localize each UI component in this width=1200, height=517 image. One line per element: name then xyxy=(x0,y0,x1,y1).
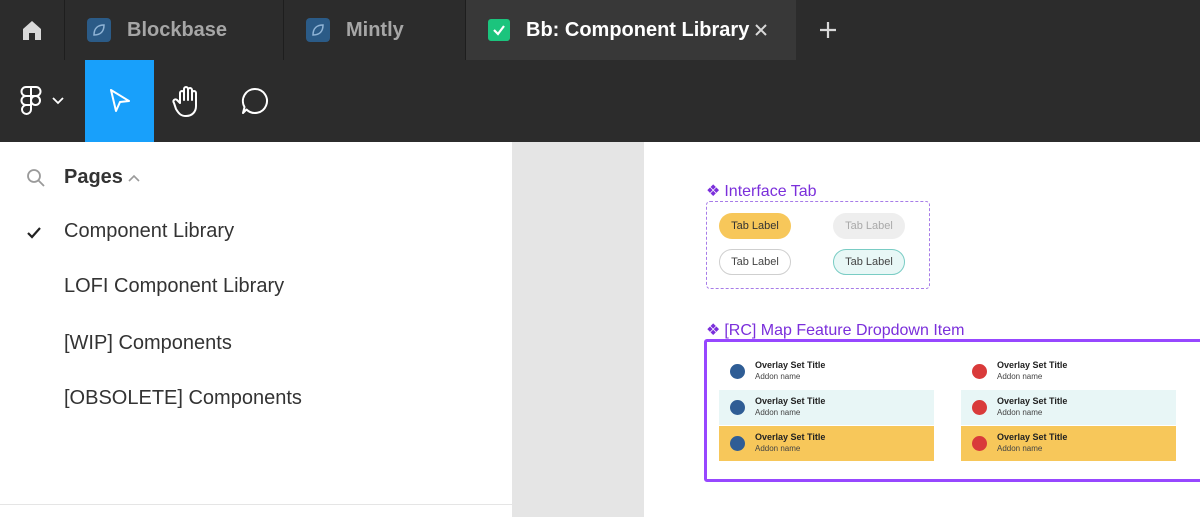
tab-label: Mintly xyxy=(346,18,404,41)
panel-divider xyxy=(0,504,512,505)
plus-icon xyxy=(820,22,836,38)
tab-label: Blockbase xyxy=(127,18,228,41)
pages-panel: Pages Component Library LOFI Component L… xyxy=(0,142,512,517)
tab-pill-active[interactable]: Tab Label xyxy=(719,213,791,239)
page-item-wip-components[interactable]: [WIP] Components xyxy=(0,324,512,364)
comment-tool-button[interactable] xyxy=(222,60,288,142)
component-title-interface-tab[interactable]: ❖ Interface Tab xyxy=(706,181,817,201)
dropdown-item-hover[interactable]: Overlay Set Title Addon name xyxy=(719,390,934,425)
item-title: Overlay Set Title xyxy=(755,396,826,406)
tab-pill-hover[interactable]: Tab Label xyxy=(833,249,905,275)
page-label: [OBSOLETE] Components xyxy=(64,387,302,409)
tab-component-library[interactable]: Bb: Component Library xyxy=(465,0,796,60)
hand-icon xyxy=(172,86,197,117)
page-item-component-library[interactable]: Component Library xyxy=(0,212,512,252)
item-subtitle: Addon name xyxy=(755,408,801,417)
hand-tool-button[interactable] xyxy=(154,60,220,142)
figma-logo-icon xyxy=(20,86,42,115)
component-icon: ❖ xyxy=(706,322,721,339)
map-pin-icon xyxy=(972,400,987,415)
item-title: Overlay Set Title xyxy=(755,432,826,442)
dropdown-item[interactable]: Overlay Set Title Addon name xyxy=(719,354,934,389)
check-icon xyxy=(488,19,510,41)
dropdown-item-selected[interactable]: Overlay Set Title Addon name xyxy=(719,426,934,461)
tab-mintly[interactable]: Mintly xyxy=(283,0,465,60)
component-icon: ❖ xyxy=(706,183,721,200)
editor-toolbar xyxy=(0,60,1200,142)
map-pin-icon xyxy=(972,364,987,379)
tab-label: Bb: Component Library xyxy=(526,18,750,41)
tab-blockbase[interactable]: Blockbase xyxy=(64,0,283,60)
home-tab[interactable] xyxy=(0,0,64,60)
item-subtitle: Addon name xyxy=(755,372,801,381)
item-title: Overlay Set Title xyxy=(755,360,826,370)
component-title-map-feature[interactable]: ❖ [RC] Map Feature Dropdown Item xyxy=(706,320,964,340)
new-tab-button[interactable] xyxy=(800,0,856,60)
search-icon[interactable] xyxy=(26,168,46,188)
item-title: Overlay Set Title xyxy=(997,360,1068,370)
map-pin-icon xyxy=(972,436,987,451)
pages-title: Pages xyxy=(64,166,123,188)
layer-icon xyxy=(730,400,745,415)
item-title: Overlay Set Title xyxy=(997,396,1068,406)
component-title-text: Interface Tab xyxy=(724,183,817,200)
page-item-lofi-component-library[interactable]: LOFI Component Library xyxy=(0,267,512,307)
chevron-down-icon xyxy=(52,97,64,105)
item-subtitle: Addon name xyxy=(997,372,1043,381)
move-cursor-icon xyxy=(109,89,130,112)
dropdown-item[interactable]: Overlay Set Title Addon name xyxy=(961,354,1176,389)
item-title: Overlay Set Title xyxy=(997,432,1068,442)
chevron-up-icon[interactable] xyxy=(128,174,140,182)
dropdown-item-selected[interactable]: Overlay Set Title Addon name xyxy=(961,426,1176,461)
browser-tab-bar: Blockbase Mintly Bb: Component Library xyxy=(0,0,1200,60)
main-menu-button[interactable] xyxy=(0,60,84,142)
layer-icon xyxy=(730,436,745,451)
page-label: Component Library xyxy=(64,220,235,242)
item-subtitle: Addon name xyxy=(997,444,1043,453)
dropdown-item-hover[interactable]: Overlay Set Title Addon name xyxy=(961,390,1176,425)
page-label: [WIP] Components xyxy=(64,332,232,354)
leaf-icon xyxy=(87,18,111,42)
page-label: LOFI Component Library xyxy=(64,275,285,297)
component-title-text: [RC] Map Feature Dropdown Item xyxy=(724,322,965,339)
checkmark-icon xyxy=(27,227,41,239)
canvas-background[interactable] xyxy=(512,142,644,517)
item-subtitle: Addon name xyxy=(755,444,801,453)
pages-header[interactable]: Pages xyxy=(0,160,512,196)
page-item-obsolete-components[interactable]: [OBSOLETE] Components xyxy=(0,379,512,419)
comment-icon xyxy=(241,87,268,114)
leaf-icon xyxy=(306,18,330,42)
tab-pill-default[interactable]: Tab Label xyxy=(719,249,791,275)
layer-icon xyxy=(730,364,745,379)
tab-pill-disabled[interactable]: Tab Label xyxy=(833,213,905,239)
home-icon xyxy=(23,21,41,40)
item-subtitle: Addon name xyxy=(997,408,1043,417)
close-icon[interactable] xyxy=(748,17,774,43)
move-tool-button[interactable] xyxy=(85,60,154,142)
